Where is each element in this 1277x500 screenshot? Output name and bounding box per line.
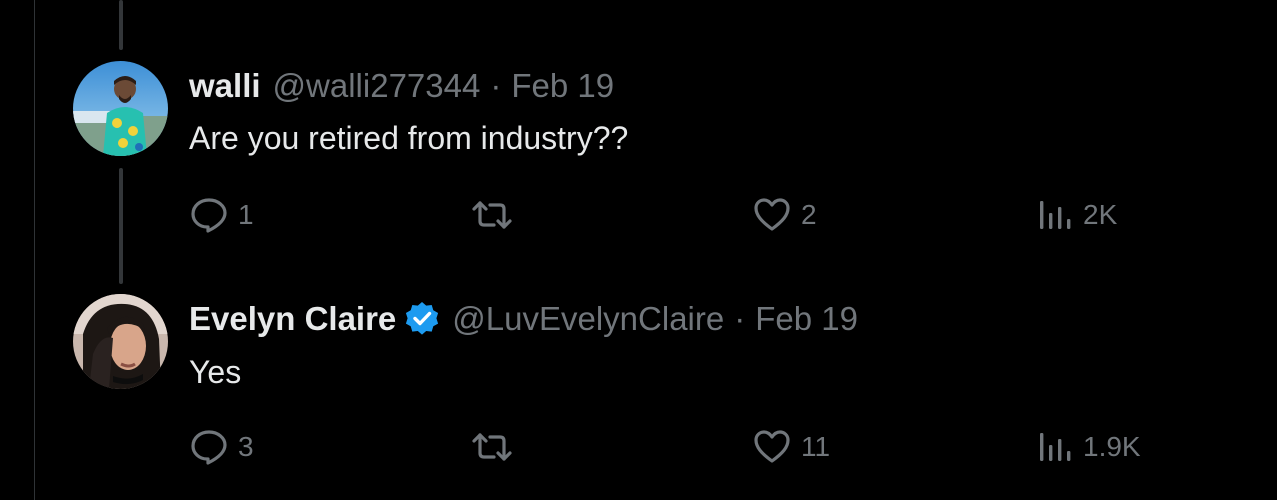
like-button[interactable]: 2: [753, 197, 817, 233]
views-bar-chart-icon: [1037, 429, 1073, 465]
display-name[interactable]: Evelyn Claire: [189, 299, 396, 339]
display-name[interactable]: walli: [189, 66, 261, 106]
retweet-button[interactable]: [470, 429, 514, 465]
thread-line-top: [119, 0, 123, 50]
reply-count: 1: [238, 199, 254, 230]
reply-button[interactable]: 3: [190, 429, 254, 465]
retweet-arrows-icon: [470, 197, 514, 233]
reply-text: Yes: [189, 354, 242, 390]
heart-icon: [753, 197, 791, 233]
timeline-left-border: [34, 0, 35, 500]
reply-text: Are you retired from industry??: [189, 120, 629, 156]
reply-bubble-icon: [190, 429, 228, 465]
views-bar-chart-icon: [1037, 197, 1073, 233]
view-count: 1.9K: [1083, 431, 1141, 462]
views-button[interactable]: 2K: [1037, 197, 1117, 233]
verified-badge-icon[interactable]: [404, 301, 440, 337]
views-button[interactable]: 1.9K: [1037, 429, 1141, 465]
avatar-evelyn-claire[interactable]: [73, 294, 168, 389]
header-separator: ·: [734, 300, 746, 337]
retweet-arrows-icon: [470, 429, 514, 465]
reply-header: walli @walli277344 · Feb 19: [189, 66, 614, 106]
like-button[interactable]: 11: [753, 429, 830, 465]
reply-count: 3: [238, 431, 254, 462]
avatar-walli[interactable]: [73, 61, 168, 156]
timestamp[interactable]: Feb 19: [511, 66, 614, 106]
reply-bubble-icon: [190, 197, 228, 233]
like-count: 2: [801, 199, 817, 230]
user-handle[interactable]: @LuvEvelynClaire: [452, 299, 724, 339]
reply-button[interactable]: 1: [190, 197, 254, 233]
thread-line-middle: [119, 168, 123, 284]
timestamp[interactable]: Feb 19: [755, 299, 858, 339]
user-handle[interactable]: @walli277344: [273, 66, 481, 106]
view-count: 2K: [1083, 199, 1118, 230]
like-count: 11: [801, 431, 831, 462]
heart-icon: [753, 429, 791, 465]
header-separator: ·: [490, 67, 502, 104]
retweet-button[interactable]: [470, 197, 514, 233]
reply-header: Evelyn Claire @LuvEvelynClaire · Feb 19: [189, 299, 858, 339]
